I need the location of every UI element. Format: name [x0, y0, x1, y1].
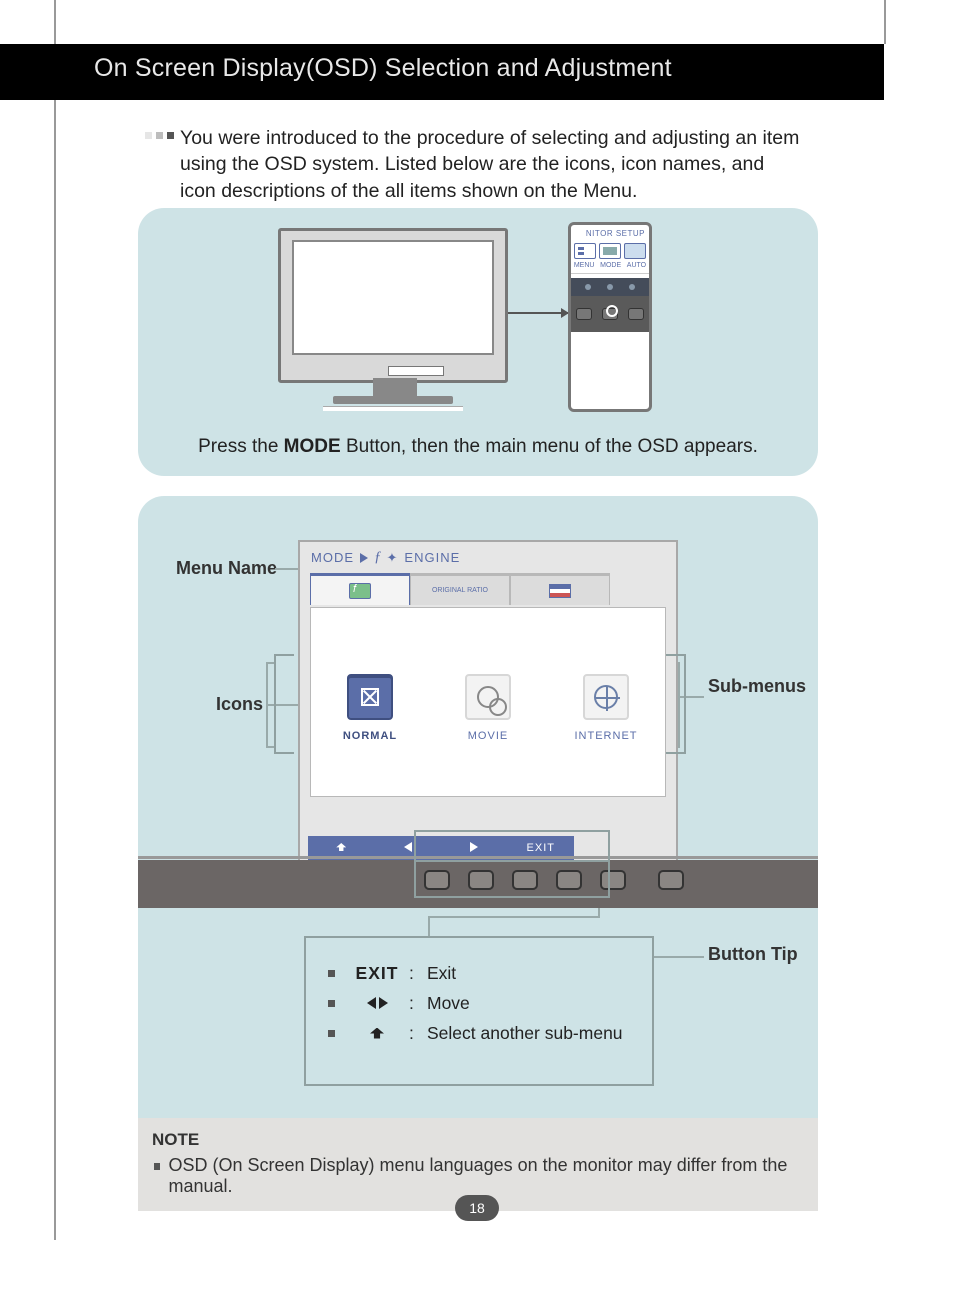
hw-button[interactable]	[658, 870, 684, 890]
bottom-panel: Menu Name Icons Sub-menus Button Tip MOD…	[138, 496, 818, 1166]
osd-title: MODE ƒ✦ ENGINE	[300, 542, 676, 573]
hw-button-press-icon	[602, 308, 618, 320]
device-zoom: NITOR SETUP MENU MODE AUTO	[568, 222, 652, 412]
button-tip-box: EXIT : Exit : Move : Select another sub-…	[304, 936, 654, 1086]
left-icon[interactable]	[404, 842, 412, 852]
note-title: NOTE	[152, 1130, 804, 1150]
device-image-icon	[599, 243, 621, 259]
osd-tab-ratio[interactable]: ORIGINAL RATIO	[410, 573, 510, 605]
intro-text: You were introduced to the procedure of …	[180, 125, 800, 204]
up-arrow-icon	[370, 1028, 384, 1039]
monitor-illustration	[278, 228, 508, 383]
intro-bullets	[145, 132, 174, 139]
tip-select: Select another sub-menu	[427, 1023, 623, 1044]
sub-item-normal[interactable]: NORMAL	[328, 674, 412, 742]
sub-item-internet[interactable]: INTERNET	[564, 674, 648, 742]
left-arrow-icon	[367, 997, 376, 1009]
tip-exit: Exit	[427, 963, 456, 984]
movie-icon	[465, 674, 511, 720]
top-caption: Press the MODE Button, then the main men…	[138, 436, 818, 458]
label-icons: Icons	[216, 694, 263, 715]
hw-button-icon	[628, 308, 644, 320]
triangle-right-icon	[360, 553, 368, 563]
internet-icon	[583, 674, 629, 720]
page-title: On Screen Display(OSD) Selection and Adj…	[94, 54, 672, 83]
zoom-arrow	[508, 312, 573, 314]
right-arrow-icon	[379, 997, 388, 1009]
tip-move: Move	[427, 993, 470, 1014]
top-panel: NITOR SETUP MENU MODE AUTO Press the MOD…	[138, 208, 818, 476]
label-button-tip: Button Tip	[708, 944, 798, 966]
page-number: 18	[455, 1195, 499, 1221]
device-label-auto: AUTO	[627, 262, 646, 269]
normal-icon	[347, 674, 393, 720]
device-label-mode: MODE	[600, 262, 621, 269]
device-header: NITOR SETUP	[571, 225, 649, 240]
device-box-icon	[624, 243, 646, 259]
up-icon[interactable]	[336, 843, 346, 851]
label-sub-menus: Sub-menus	[708, 676, 806, 698]
note-text: OSD (On Screen Display) menu languages o…	[168, 1155, 804, 1197]
osd-window: MODE ƒ✦ ENGINE ORIGINAL RATIO NORMAL MOV…	[298, 540, 678, 870]
device-label-menu: MENU	[574, 262, 595, 269]
tip-key-exit: EXIT	[345, 963, 409, 984]
device-grid-icon	[574, 243, 596, 259]
label-menu-name: Menu Name	[176, 558, 277, 579]
hw-button-icon	[576, 308, 592, 320]
osd-tab-flag[interactable]	[510, 573, 610, 605]
osd-stage: NORMAL MOVIE INTERNET	[310, 607, 666, 797]
sub-item-movie[interactable]: MOVIE	[446, 674, 530, 742]
osd-tab-fengine[interactable]	[310, 573, 410, 605]
